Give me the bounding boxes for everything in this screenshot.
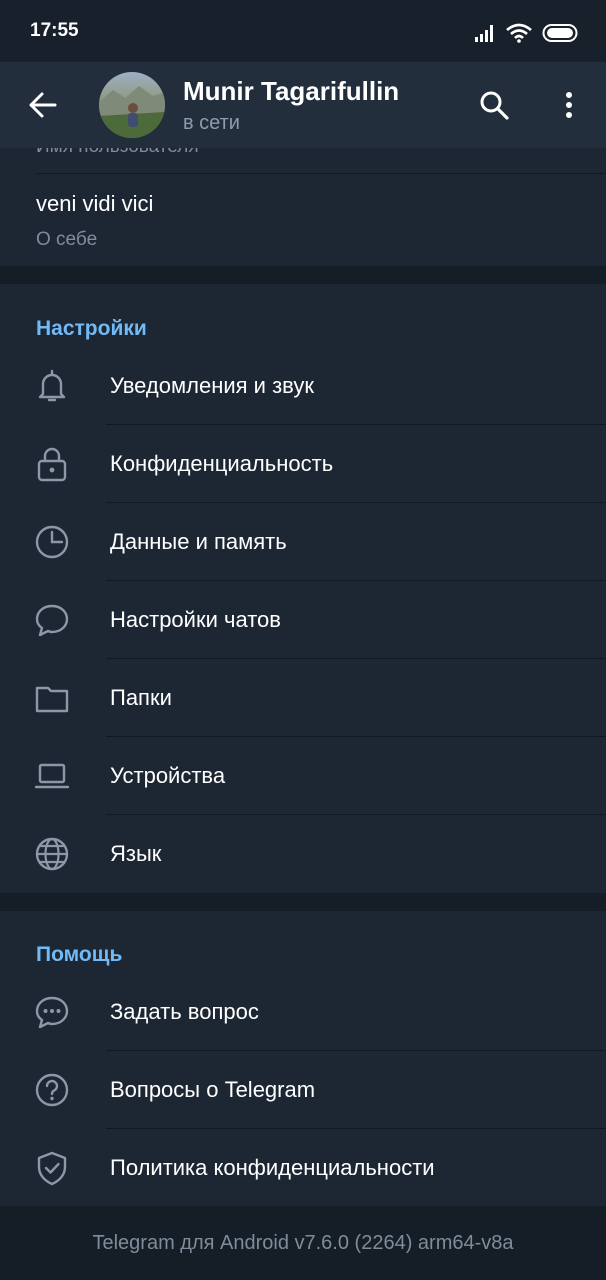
folder-icon <box>35 686 69 713</box>
divider <box>106 1128 606 1129</box>
battery-icon <box>542 24 578 42</box>
divider <box>106 814 606 815</box>
wifi-icon <box>506 23 532 43</box>
status-bar: 17:55 <box>0 0 606 62</box>
status-time: 17:55 <box>30 20 79 41</box>
chat-dots-icon <box>35 996 69 1029</box>
profile-name: Munir Tagarifullin <box>183 76 400 106</box>
settings-scroll-area[interactable]: Имя пользователя veni vidi vici О себе Н… <box>0 148 606 1206</box>
settings-item-label: Устройства <box>110 763 226 788</box>
divider <box>106 502 606 503</box>
username-label: Имя пользователя <box>36 148 199 158</box>
chat-bubble-icon <box>35 604 69 637</box>
avatar-photo-icon <box>99 86 165 138</box>
online-status: в сети <box>183 112 240 134</box>
profile-header: Munir Tagarifullin в сети <box>0 62 606 148</box>
search-icon[interactable] <box>478 89 510 121</box>
help-item-label: Задать вопрос <box>110 999 259 1024</box>
divider <box>106 580 606 581</box>
divider <box>106 736 606 737</box>
help-item-label: Политика конфиденциальности <box>110 1155 435 1180</box>
bio-label: О себе <box>36 229 98 250</box>
status-icons <box>474 22 580 44</box>
settings-item-label: Настройки чатов <box>110 607 281 632</box>
bio-value: veni vidi vici <box>36 191 154 216</box>
divider <box>106 424 606 425</box>
clock-icon <box>35 525 69 559</box>
settings-item-label: Уведомления и звук <box>110 373 314 398</box>
shield-check-icon <box>37 1151 67 1186</box>
section-gap <box>0 266 606 284</box>
settings-item-label: Папки <box>110 685 172 710</box>
divider <box>36 173 606 174</box>
help-section-title: Помощь <box>36 943 123 966</box>
more-vertical-icon[interactable] <box>553 89 585 121</box>
settings-item-label: Данные и память <box>110 529 287 554</box>
version-text: Telegram для Android v7.6.0 (2264) arm64… <box>92 1232 514 1254</box>
divider <box>106 1050 606 1051</box>
signal-icon <box>475 25 493 42</box>
back-arrow-icon[interactable] <box>26 88 60 122</box>
settings-item-label: Язык <box>110 841 162 866</box>
settings-section-title: Настройки <box>36 317 147 340</box>
section-gap <box>0 893 606 911</box>
question-icon <box>35 1073 69 1107</box>
settings-item-label: Конфиденциальность <box>110 451 334 476</box>
help-item-label: Вопросы о Telegram <box>110 1077 316 1102</box>
globe-icon <box>35 837 69 871</box>
lock-icon <box>37 447 67 482</box>
avatar[interactable] <box>99 72 165 138</box>
bell-icon <box>38 369 66 402</box>
laptop-icon <box>34 763 70 789</box>
divider <box>106 658 606 659</box>
version-footer: Telegram для Android v7.6.0 (2264) arm64… <box>0 1206 606 1280</box>
